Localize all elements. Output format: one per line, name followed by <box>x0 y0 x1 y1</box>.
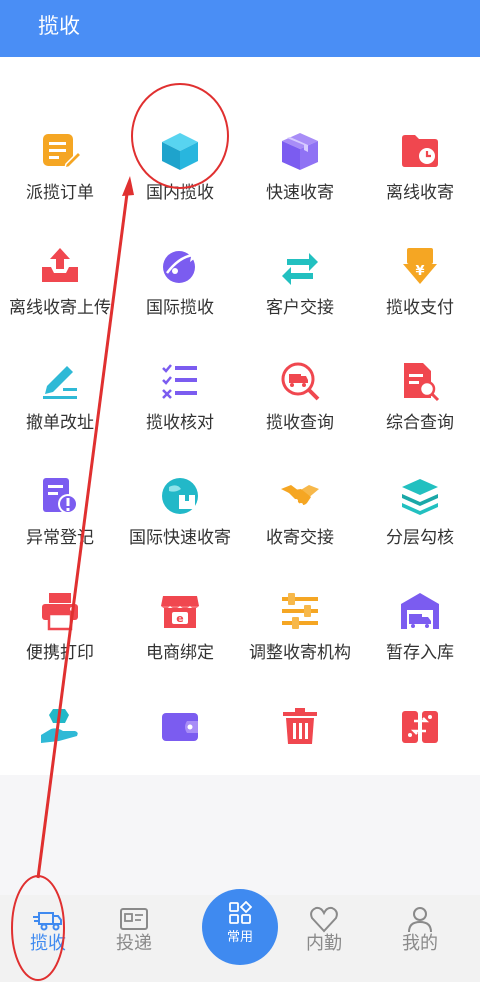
hand-box-icon <box>39 705 81 747</box>
exchange-card-icon <box>399 705 441 747</box>
truck-search-icon <box>279 360 321 402</box>
upload-tray-icon <box>39 245 81 287</box>
grid-item-hand-box[interactable] <box>0 667 120 782</box>
grid-item-chedan-gaizhi[interactable]: 撤单改址 <box>0 322 120 437</box>
grid-item-dianshang-bangding[interactable]: e 电商绑定 <box>120 552 240 667</box>
sliders-icon <box>279 590 321 632</box>
tab-label: 内勤 <box>306 933 342 954</box>
grid-item-label: 揽收核对 <box>146 413 214 433</box>
truck-icon <box>33 905 63 933</box>
trash-icon <box>279 705 321 747</box>
function-grid: 派揽订单 国内揽收 快速收寄 离线收寄 离线收寄上传 国际揽收 客户交接 ¥ 揽… <box>0 57 480 775</box>
grid-item-trash[interactable] <box>240 667 360 782</box>
grid-item-label: 离线收寄 <box>386 183 454 203</box>
grid-item-guoji-kuaisu[interactable]: 国际快速收寄 <box>120 437 240 552</box>
grid-item-guonei-lanshou[interactable]: 国内揽收 <box>120 92 240 207</box>
edit-document-icon <box>39 130 81 172</box>
grid-item-label: 综合查询 <box>386 413 454 433</box>
grid-item-label: 国际揽收 <box>146 298 214 318</box>
printer-icon <box>39 590 81 632</box>
app-header: 揽收 <box>0 0 480 57</box>
grid-item-wallet[interactable] <box>120 667 240 782</box>
grid-item-label: 暂存入库 <box>386 643 454 663</box>
warehouse-truck-icon <box>399 590 441 632</box>
grid-item-label: 快速收寄 <box>266 183 334 203</box>
tab-label: 常用 <box>226 930 253 945</box>
grid-item-lixian-shouji[interactable]: 离线收寄 <box>360 92 480 207</box>
page-title: 揽收 <box>38 14 80 38</box>
swap-arrows-icon <box>279 245 321 287</box>
handshake-icon <box>279 475 321 517</box>
id-card-icon <box>119 905 149 933</box>
grid-item-lixian-upload[interactable]: 离线收寄上传 <box>0 207 120 322</box>
yen-payment-icon: ¥ <box>399 245 441 287</box>
warning-document-icon <box>39 475 81 517</box>
grid-item-label: 揽收查询 <box>266 413 334 433</box>
user-icon <box>405 905 435 933</box>
grid-item-label: 电商绑定 <box>146 643 214 663</box>
grid-item-yichang-dengji[interactable]: 异常登记 <box>0 437 120 552</box>
tab-label: 揽收 <box>30 933 66 954</box>
tab-neiqin[interactable]: 内勤 <box>276 895 372 982</box>
folder-clock-icon <box>399 130 441 172</box>
grid-item-lanshou-hedui[interactable]: 揽收核对 <box>120 322 240 437</box>
grid-item-lanshou-zhifu[interactable]: ¥ 揽收支付 <box>360 207 480 322</box>
grid-item-label: 分层勾核 <box>386 528 454 548</box>
pen-edit-icon <box>39 360 81 402</box>
grid-item-exchange[interactable] <box>360 667 480 782</box>
grid-item-label: 国内揽收 <box>146 183 214 203</box>
grid-item-kehu-jiaojie[interactable]: 客户交接 <box>240 207 360 322</box>
grid-item-label: 派揽订单 <box>26 183 94 203</box>
tab-toudi[interactable]: 投递 <box>86 895 182 982</box>
svg-text:e: e <box>176 612 183 625</box>
grid-item-label: 客户交接 <box>266 298 334 318</box>
document-search-icon <box>399 360 441 402</box>
globe-box-icon <box>159 475 201 517</box>
grid-item-label: 撤单改址 <box>26 413 94 433</box>
grid-item-tiaozheng-jigou[interactable]: 调整收寄机构 <box>240 552 360 667</box>
checklist-icon <box>159 360 201 402</box>
grid-item-label: 便携打印 <box>26 643 94 663</box>
grid-item-fenceng-gouhe[interactable]: 分层勾核 <box>360 437 480 552</box>
grid-item-label: 国际快速收寄 <box>129 528 231 548</box>
tab-label: 投递 <box>116 933 152 954</box>
grid-item-label: 离线收寄上传 <box>9 298 111 318</box>
heart-icon <box>309 905 339 933</box>
layers-icon <box>399 475 441 517</box>
grid-item-lanshou-chaxun[interactable]: 揽收查询 <box>240 322 360 437</box>
apps-grid-icon <box>228 900 253 925</box>
grid-item-kuaisu-shouji[interactable]: 快速收寄 <box>240 92 360 207</box>
shop-icon: e <box>159 590 201 632</box>
wallet-icon <box>159 705 201 747</box>
package-icon <box>279 130 321 172</box>
grid-item-label: 调整收寄机构 <box>249 643 351 663</box>
tab-changyong-button[interactable]: 常用 <box>202 889 278 965</box>
tab-wode[interactable]: 我的 <box>372 895 468 982</box>
grid-item-zonghe-chaxun[interactable]: 综合查询 <box>360 322 480 437</box>
globe-plane-icon <box>159 245 201 287</box>
grid-item-zancun-ruku[interactable]: 暂存入库 <box>360 552 480 667</box>
cube-box-icon <box>159 130 201 172</box>
grid-item-shouji-jiaojie[interactable]: 收寄交接 <box>240 437 360 552</box>
tab-lanshou[interactable]: 揽收 <box>0 895 96 982</box>
tab-label: 我的 <box>402 933 438 954</box>
svg-text:¥: ¥ <box>415 264 424 279</box>
empty-area <box>0 775 480 895</box>
grid-item-guoji-lanshou[interactable]: 国际揽收 <box>120 207 240 322</box>
grid-item-label: 异常登记 <box>26 528 94 548</box>
grid-item-label: 揽收支付 <box>386 298 454 318</box>
grid-item-bianxie-dayin[interactable]: 便携打印 <box>0 552 120 667</box>
grid-item-label: 收寄交接 <box>266 528 334 548</box>
grid-item-paijian[interactable]: 派揽订单 <box>0 92 120 207</box>
